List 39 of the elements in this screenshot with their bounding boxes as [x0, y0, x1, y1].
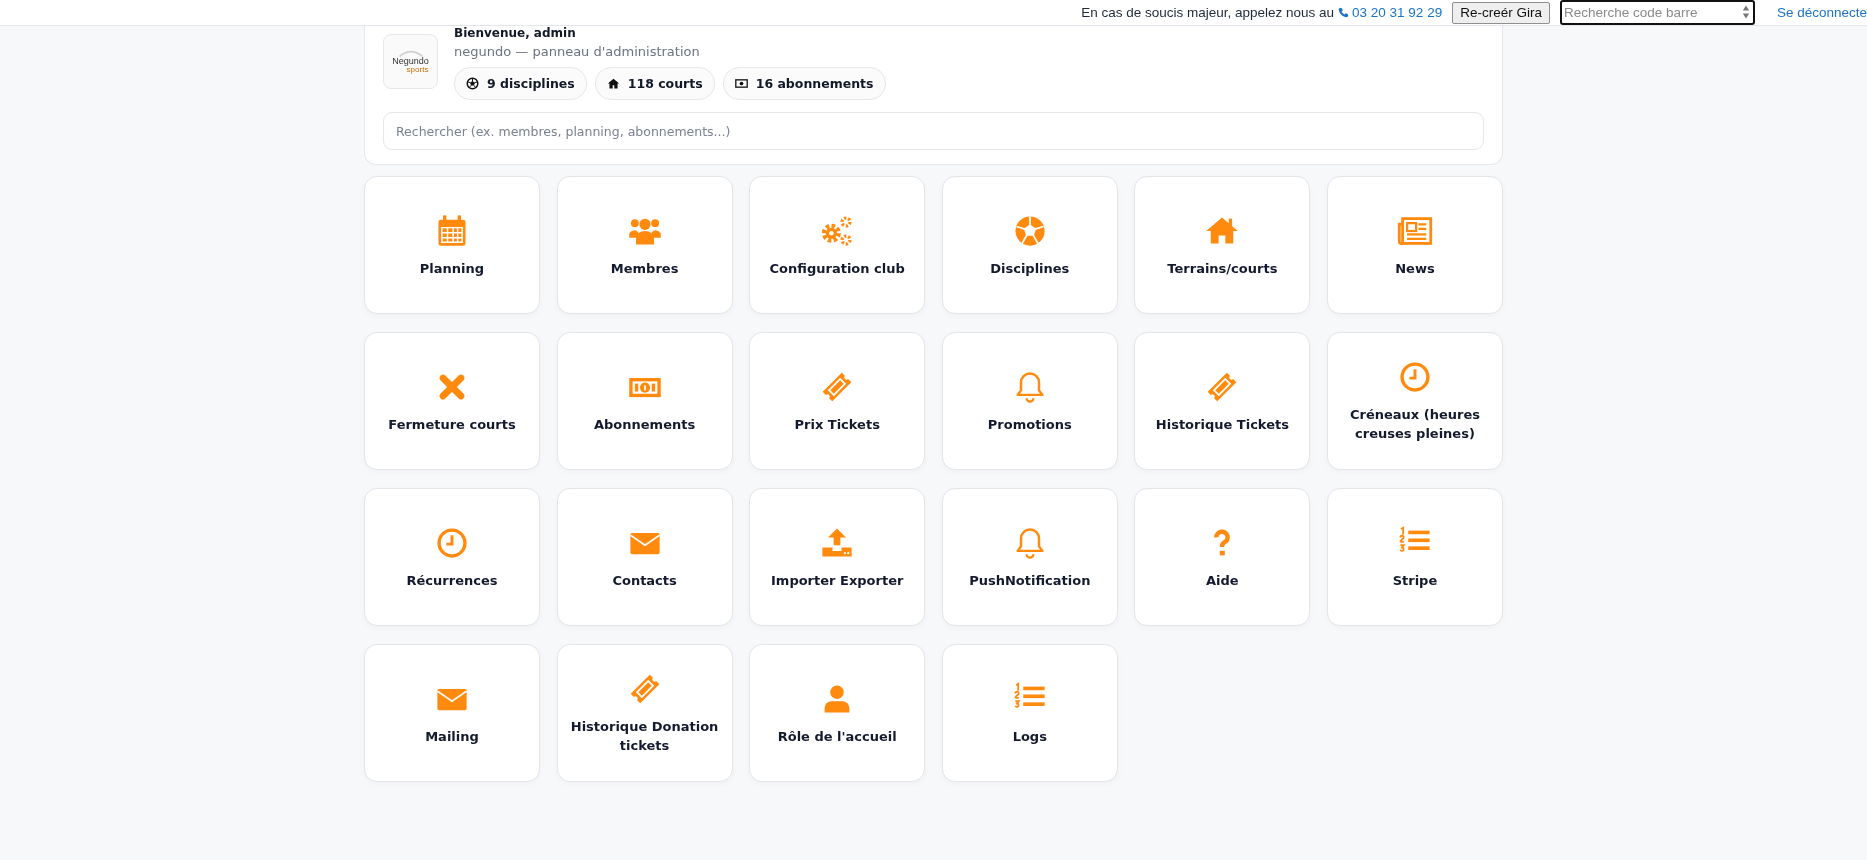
phone-icon: [1338, 7, 1350, 18]
menu-tile[interactable]: Rôle de l'accueil: [749, 644, 926, 782]
stat-label: 16 abonnements: [755, 76, 874, 91]
menu-tile[interactable]: Abonnements: [556, 332, 733, 470]
menu-tile[interactable]: Logs: [941, 644, 1118, 782]
menu-tile[interactable]: Récurrences: [364, 488, 540, 626]
menu-tile[interactable]: Importer Exporter: [749, 488, 926, 626]
menu-tile[interactable]: Membres: [556, 176, 733, 314]
menu-tile[interactable]: Aide: [1134, 488, 1311, 626]
recreate-button[interactable]: Re-creér Gira: [1452, 1, 1550, 24]
menu-tile[interactable]: PushNotification: [941, 488, 1118, 626]
menu-tile[interactable]: Contacts: [556, 488, 733, 626]
house-icon: [606, 77, 620, 90]
ball-icon: [466, 77, 479, 90]
admin-subtitle: negundo — panneau d'administration: [454, 44, 701, 59]
support-notice: En cas de soucis majeur, appelez nous au: [1081, 5, 1335, 20]
menu-tile[interactable]: Configuration club: [749, 176, 926, 314]
menu-tile[interactable]: Historique Donation tickets: [556, 644, 733, 782]
menu-tile[interactable]: Prix Tickets: [749, 332, 926, 470]
menu-tile[interactable]: Promotions: [941, 332, 1118, 470]
barcode-search-field[interactable]: Recherche code barre: [1559, 0, 1755, 25]
search-field[interactable]: Rechercher (ex. membres, planning, abonnements...): [383, 112, 1484, 150]
menu-tile[interactable]: Créneaux (heures creuses pleines): [1326, 332, 1503, 470]
menu-tile[interactable]: Mailing: [364, 644, 540, 782]
menu-tile[interactable]: News: [1326, 176, 1503, 314]
menu-tile[interactable]: Planning: [364, 176, 540, 314]
phone-link[interactable]: 03 20 31 92 29: [1352, 5, 1443, 20]
logout-link[interactable]: Se déconnecte: [1776, 5, 1867, 20]
spinner-icon[interactable]: [1741, 4, 1750, 20]
menu-tile[interactable]: Stripe: [1326, 488, 1503, 626]
banknote-icon: [734, 77, 748, 90]
menu-tile[interactable]: Fermeture courts: [364, 332, 540, 470]
stat-label: 118 courts: [627, 76, 703, 91]
menu-tile[interactable]: Historique Tickets: [1134, 332, 1311, 470]
stat-label: 9 disciplines: [487, 76, 575, 91]
menu-tile[interactable]: Terrains/courts: [1134, 176, 1311, 314]
welcome-title: Bienvenue, admin: [454, 26, 577, 40]
club-logo: Negundo sports: [383, 34, 438, 89]
menu-tile[interactable]: Disciplines: [941, 176, 1118, 314]
